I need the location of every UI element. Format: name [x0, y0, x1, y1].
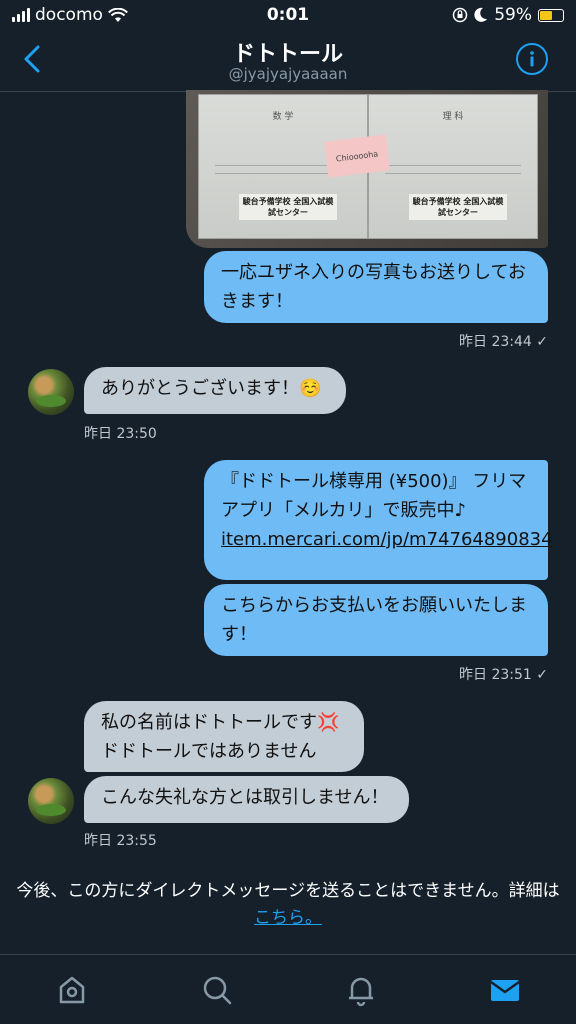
conversation-header: ドトトール @jyajyajyaaaan [0, 30, 576, 92]
bell-icon[interactable] [344, 973, 378, 1007]
conversation-title: ドトトール [232, 42, 343, 67]
home-icon[interactable] [55, 973, 89, 1007]
battery-percent: 59% [494, 5, 532, 25]
moon-icon [474, 7, 488, 22]
battery-level [540, 10, 553, 20]
incoming-message[interactable]: ありがとうございます！☺️ [84, 367, 346, 414]
notice-text: 今後、この方にダイレクトメッセージを送ることはできません。詳細は [16, 881, 560, 901]
mail-icon[interactable] [488, 973, 522, 1007]
message-timestamp: 昨日 23:55 [84, 833, 157, 849]
message-text: 私の名前はドトトールです💢 ドドトールではありません [101, 712, 340, 762]
outgoing-message[interactable]: 『ドドトール様専用 (¥500)』 フリマアプリ「メルカリ」で販売中♪ item… [204, 460, 553, 580]
booklet-org: 駿台予備学校 全国入試模試センター [409, 194, 507, 220]
avatar[interactable] [28, 778, 74, 824]
orientation-lock-icon [452, 7, 468, 23]
notice-details-link[interactable]: こちら。 [254, 908, 322, 928]
outgoing-message[interactable]: 一応ユザネ入りの写真もお送りしておきます！ [204, 251, 548, 323]
search-icon[interactable] [200, 973, 234, 1007]
message-text: こんな失礼な方とは取引しません！ [101, 787, 389, 808]
booklet-title: 理 科 [442, 112, 464, 122]
bottom-tab-bar [0, 954, 576, 1024]
message-timestamp: 昨日 23:44 ✓ [459, 334, 548, 350]
message-timestamp: 昨日 23:51 ✓ [459, 667, 548, 683]
message-text: こちらからお支払いをお願いいたします！ [221, 595, 527, 645]
booklet-title: 数 学 [272, 112, 294, 122]
incoming-message[interactable]: 私の名前はドトトールです💢 ドドトールではありません [84, 701, 364, 772]
status-right: 59% [452, 5, 564, 25]
status-bar: docomo 0:01 59% [0, 0, 576, 30]
info-icon[interactable] [516, 43, 548, 75]
battery-icon [538, 8, 564, 22]
message-text: 『ドドトール様専用 (¥500)』 フリマアプリ「メルカリ」で販売中♪ [221, 471, 527, 521]
avatar[interactable] [28, 369, 74, 415]
message-text: 一応ユザネ入りの写真もお送りしておきます！ [221, 262, 526, 312]
outgoing-message[interactable]: こちらからお支払いをお願いいたします！ [204, 584, 548, 656]
booklet-org: 駿台予備学校 全国入試模試センター [239, 194, 337, 220]
user-handle: @jyajyajyaaaan [228, 65, 348, 83]
photo-attachment[interactable]: 数 学 駿台予備学校 全国入試模試センター 理 科 駿台予備学校 全国入試模試セ… [186, 90, 548, 248]
incoming-message[interactable]: こんな失礼な方とは取引しません！ [84, 776, 409, 823]
exam-booklet-science: 理 科 駿台予備学校 全国入試模試センター [368, 94, 538, 239]
message-text: ありがとうございます！☺️ [101, 378, 322, 399]
message-timestamp: 昨日 23:50 [84, 426, 157, 442]
dm-disabled-notice: 今後、この方にダイレクトメッセージを送ることはできません。詳細は こちら。 [10, 878, 566, 932]
username-sticky-note: Chiooooha [324, 134, 390, 178]
mercari-link[interactable]: item.mercari.com/jp/m74764890834 [221, 529, 553, 550]
